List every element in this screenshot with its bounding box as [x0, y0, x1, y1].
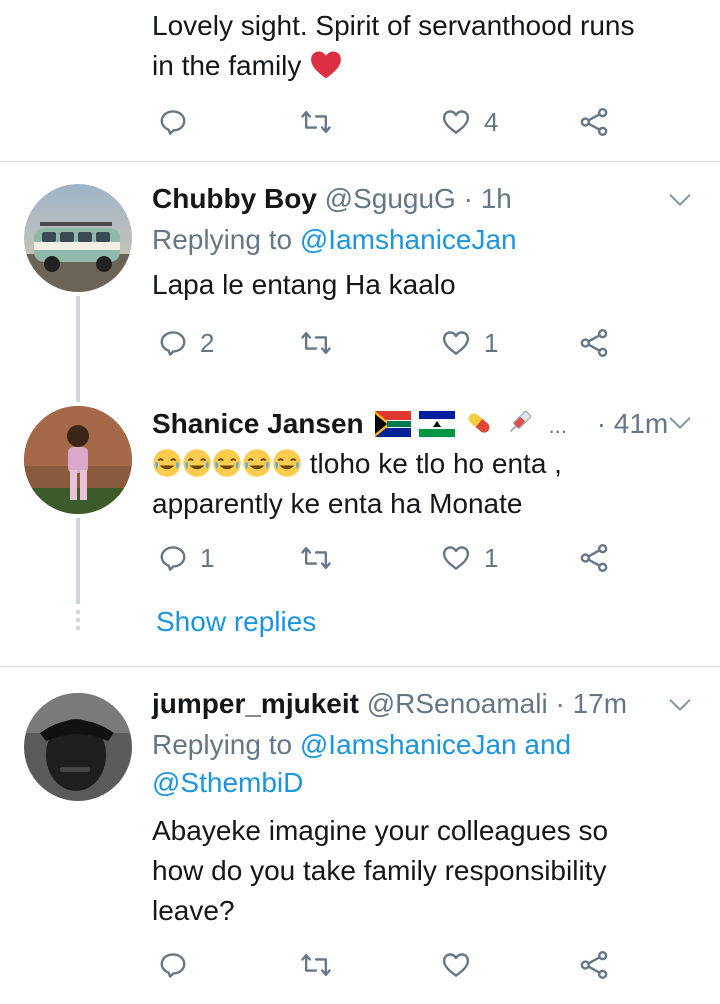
avatar-van-image [24, 184, 132, 292]
joy-emoji-icon [213, 449, 241, 477]
share-button[interactable] [578, 323, 610, 363]
reply-icon [160, 331, 186, 356]
tweet-text-line: Abayeke imagine your colleagues so [152, 815, 609, 846]
display-name[interactable]: jumper_mjukeit [152, 688, 359, 719]
timestamp[interactable]: · 17m [555, 688, 627, 719]
thread-line [76, 296, 80, 392]
retweet-icon [301, 953, 331, 977]
tweet-header: jumper_mjukeit @RSenoamali · 17m [152, 685, 627, 723]
joy-emoji-icon [243, 449, 271, 477]
user-handle[interactable]: @RSenoamali [367, 688, 548, 719]
tweet-actions: 4 [152, 102, 632, 142]
tweet-text-line: how do you take family responsibility [152, 855, 607, 886]
avatar[interactable] [24, 184, 132, 292]
timestamp[interactable]: · 41m [597, 408, 669, 439]
heart-outline-icon [442, 546, 470, 570]
tweet-header: Shanice Jansen ... · 41m [152, 405, 668, 445]
like-button[interactable]: 1 [440, 323, 498, 363]
tweet-text: Lovely sight. Spirit of servanthood runs… [152, 6, 634, 86]
thread-line [76, 392, 80, 402]
avatar[interactable] [24, 693, 132, 801]
like-button[interactable]: 4 [440, 102, 498, 142]
chevron-down-icon[interactable] [666, 409, 694, 437]
share-icon [580, 544, 608, 572]
tweet-text: Lapa le entang Ha kaalo [152, 269, 456, 300]
user-handle[interactable]: @SguguG [325, 183, 456, 214]
syringe-icon [509, 410, 532, 433]
tweet-header: Chubby Boy @SguguG · 1h [152, 180, 512, 218]
share-icon [580, 108, 608, 136]
tweet-text-line: leave? [152, 895, 235, 926]
reply-button[interactable] [158, 945, 188, 985]
tweet-actions: 2 1 [152, 323, 632, 363]
share-button[interactable] [578, 102, 610, 142]
lesotho-flag-icon [419, 411, 456, 437]
tweet-actions [152, 945, 632, 985]
display-name[interactable]: Shanice Jansen [152, 408, 364, 439]
tweet-actions: 1 1 [152, 538, 632, 578]
retweet-button[interactable] [300, 102, 332, 142]
heart-outline-icon [442, 953, 470, 977]
red-heart-icon [311, 51, 342, 79]
reply-button[interactable] [158, 102, 188, 142]
tweet-top: Lovely sight. Spirit of servanthood runs… [0, 0, 720, 160]
replying-to: Replying to @IamshaniceJan [152, 224, 517, 255]
display-name[interactable]: Chubby Boy [152, 183, 317, 214]
mention-link[interactable]: @SthembiD [152, 764, 571, 802]
share-button[interactable] [578, 945, 610, 985]
heart-outline-icon [442, 331, 470, 355]
mention-link[interactable]: @IamshaniceJan and [300, 729, 571, 760]
ellipsis: ... [548, 413, 567, 438]
share-icon [580, 329, 608, 357]
tweet-jumper-mjukeit[interactable]: jumper_mjukeit @RSenoamali · 17m Replyin… [0, 667, 720, 1004]
tweet-text-line: apparently ke enta ha Monate [152, 488, 523, 519]
timestamp[interactable]: · 1h [464, 183, 512, 214]
tweet-text-line: tloho ke tlo ho enta , [152, 444, 562, 484]
tweet-text-line: in the family [152, 46, 634, 86]
like-button[interactable] [440, 945, 472, 985]
chevron-down-icon[interactable] [666, 186, 694, 214]
reply-button[interactable]: 1 [158, 538, 214, 578]
replying-to: Replying to @IamshaniceJan and @SthembiD [152, 726, 571, 802]
avatar[interactable] [24, 406, 132, 514]
pill-icon [468, 413, 490, 433]
reply-icon [160, 953, 186, 978]
reply-count: 2 [200, 327, 215, 358]
tweet-shanice-jansen[interactable]: Shanice Jansen ... · 41m tloho ke tlo ho… [0, 392, 720, 666]
retweet-icon [301, 331, 331, 355]
mention-link[interactable]: @IamshaniceJan [300, 224, 517, 255]
retweet-button[interactable] [300, 945, 332, 985]
show-replies-link[interactable]: Show replies [156, 603, 316, 641]
south-africa-flag-icon [375, 411, 412, 437]
joy-emoji-icon [153, 449, 181, 477]
heart-outline-icon [442, 110, 470, 134]
tweet-text: Abayeke imagine your colleagues so how d… [152, 811, 608, 931]
retweet-button[interactable] [300, 323, 332, 363]
retweet-icon [301, 546, 331, 570]
joy-emoji-icon [183, 449, 211, 477]
chevron-down-icon[interactable] [666, 691, 694, 719]
tweet-text: tloho ke tlo ho enta , apparently ke ent… [152, 444, 562, 524]
like-count: 1 [484, 542, 499, 573]
like-count: 4 [484, 106, 499, 137]
like-button[interactable]: 1 [440, 538, 498, 578]
joy-emoji-icon [273, 449, 301, 477]
share-icon [580, 951, 608, 979]
thread-line [76, 518, 80, 604]
reply-icon [160, 546, 186, 571]
like-count: 1 [484, 327, 499, 358]
reply-button[interactable]: 2 [158, 323, 214, 363]
avatar-person-image [24, 406, 132, 514]
reply-count: 1 [200, 542, 215, 573]
retweet-icon [301, 110, 331, 134]
tweet-chubby-boy[interactable]: Chubby Boy @SguguG · 1h Replying to @Iam… [0, 162, 720, 392]
tweet-text-line: Lovely sight. Spirit of servanthood runs [152, 10, 635, 41]
reply-icon [160, 110, 186, 135]
retweet-button[interactable] [300, 538, 332, 578]
thread-dots [76, 610, 80, 634]
share-button[interactable] [578, 538, 610, 578]
avatar-man-image [24, 693, 132, 801]
